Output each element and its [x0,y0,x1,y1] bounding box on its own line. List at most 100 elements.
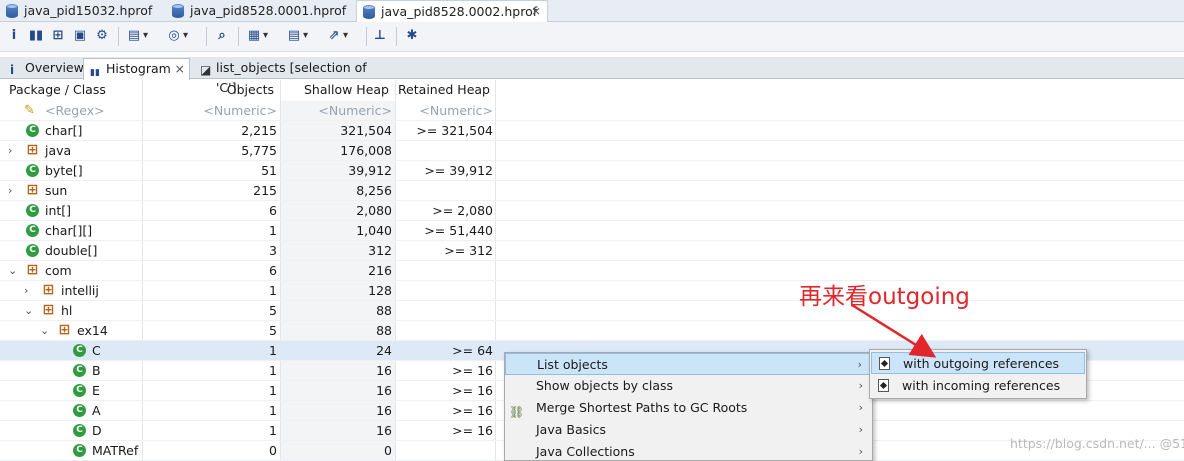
row-name: A [92,403,101,418]
row-name: double[] [45,243,98,258]
menu-item-java-basics[interactable]: Java Basics › [505,419,872,441]
row-retained-heap: >= 64 [452,343,493,358]
row-objects: 3 [269,243,277,258]
heap-dump-icon [172,4,184,18]
context-menu: List objects › Show objects by class › ⛓… [504,352,873,461]
oql-icon[interactable]: ▣ [72,28,88,44]
class-icon: C [26,204,39,217]
row-shallow-heap: 0 [384,443,392,458]
menu-item-label: with incoming references [902,378,1061,393]
run-expert-system-icon[interactable]: ▤ [126,28,148,44]
regex-filter-input[interactable]: <Regex> [45,101,105,121]
table-row[interactable]: Cdouble[] 3 312 >= 312 [0,241,1184,261]
chevron-right-icon[interactable]: › [24,281,28,301]
toolbar-separator [118,27,119,46]
export-icon[interactable]: ⇗ [326,28,348,44]
class-icon: C [26,124,39,137]
group-result-icon[interactable]: ▦ [246,28,268,44]
tab-overview[interactable]: i Overview [4,58,84,79]
row-objects: 215 [253,183,277,198]
numeric-filter-shallow[interactable]: <Numeric> [282,101,392,121]
heap-dump-overview-icon[interactable]: ⚙ [94,28,110,44]
table-row[interactable]: Cbyte[] 51 39,912 >= 39,912 [0,161,1184,181]
close-icon[interactable]: ⨯ [531,1,541,22]
header-retained-heap[interactable]: Retained Heap [396,82,490,97]
menu-item-with-outgoing-references[interactable]: with outgoing references [871,352,1085,374]
header-objects[interactable]: Objects [143,82,274,97]
editor-tab-label: java_pid8528.0001.hprof [190,3,347,18]
toolbar-separator [396,27,397,46]
row-shallow-heap: 24 [376,343,392,358]
package-icon: ⊞ [58,322,71,338]
row-objects: 1 [269,343,277,358]
row-objects: 5 [269,323,277,338]
row-objects: 6 [269,263,277,278]
table-row[interactable]: › ⊞ intellij 1 128 [0,281,1184,301]
header-shallow-heap[interactable]: Shallow Heap [282,82,389,97]
pin-icon[interactable]: ⊥ [372,28,388,44]
menu-item-label: Show objects by class [536,378,674,393]
calculate-retained-size-icon[interactable]: ▤ [286,28,308,44]
numeric-filter-objects[interactable]: <Numeric> [143,101,277,121]
row-retained-heap: >= 16 [452,423,493,438]
query-browser-icon[interactable]: ◎ [166,28,188,44]
dominator-tree-icon[interactable]: ⊞ [50,28,66,44]
numeric-filter-retained[interactable]: <Numeric> [396,101,493,121]
incoming-references-icon [878,379,889,392]
chevron-right-icon[interactable]: › [8,181,12,201]
close-icon[interactable]: ⨯ [175,59,185,79]
table-row[interactable]: Cchar[] 2,215 321,504 >= 321,504 [0,121,1184,141]
watermark: https://blog.csdn.net/... @51CTO博客 [1010,436,1184,451]
class-icon: C [73,444,86,457]
menu-item-show-objects-by-class[interactable]: Show objects by class › [505,375,872,397]
toolbar-separator [366,27,367,46]
info-icon[interactable]: i [6,28,22,44]
table-row[interactable]: ⌄ ⊞ com 6 216 [0,261,1184,281]
editor-tab-hprof-8528-0002[interactable]: java_pid8528.0002.hprof ⨯ [356,0,548,23]
row-name: com [45,263,72,278]
chevron-down-icon[interactable]: ⌄ [24,301,33,321]
find-object-icon[interactable]: ⌕ [214,28,230,44]
row-name: C [92,343,101,358]
row-retained-heap: >= 39,912 [424,163,493,178]
menu-item-merge-shortest-paths[interactable]: ⛓ Merge Shortest Paths to GC Roots › [505,397,872,419]
settings-icon[interactable]: ✱ [404,28,420,44]
tab-histogram[interactable]: ▮▮ Histogram ⨯ [83,58,190,80]
row-name: java [45,143,72,158]
editor-tab-hprof-15032[interactable]: java_pid15032.hprof [0,0,164,22]
menu-item-java-collections[interactable]: Java Collections › [505,441,872,461]
editor-tab-hprof-8528-0001[interactable]: java_pid8528.0001.hprof [166,0,354,22]
row-retained-heap: >= 16 [452,403,493,418]
header-package-class[interactable]: Package / Class [9,82,106,97]
row-shallow-heap: 39,912 [348,163,392,178]
regex-filter-icon: ✎ [24,103,35,118]
row-retained-heap: >= 16 [452,363,493,378]
chevron-down-icon[interactable]: ⌄ [40,321,49,341]
table-row[interactable]: › ⊞ java 5,775 176,008 [0,141,1184,161]
row-objects: 6 [269,203,277,218]
histogram-icon[interactable]: ▮▮ [28,28,44,44]
menu-item-list-objects[interactable]: List objects › [505,353,872,375]
table-row[interactable]: ⌄ ⊞ ex14 5 88 [0,321,1184,341]
row-shallow-heap: 176,008 [340,143,392,158]
editor-tab-bar: java_pid15032.hprof java_pid8528.0001.hp… [0,0,1184,23]
chevron-right-icon[interactable]: › [8,141,12,161]
menu-item-with-incoming-references[interactable]: with incoming references [871,375,1085,397]
class-icon: C [73,404,86,417]
tab-label: Overview [25,60,84,75]
row-objects: 1 [269,283,277,298]
chevron-down-icon[interactable]: ⌄ [8,261,17,281]
menu-item-label: Java Collections [536,444,635,459]
menu-item-label: Java Basics [536,422,606,437]
row-shallow-heap: 16 [376,423,392,438]
class-icon: C [73,344,86,357]
table-row[interactable]: ⌄ ⊞ hl 5 88 [0,301,1184,321]
tab-list-objects[interactable]: ◪ list_objects [selection of 'C'] [194,58,380,95]
row-name: char[][] [45,223,93,238]
table-row[interactable]: Cint[] 6 2,080 >= 2,080 [0,201,1184,221]
view-tab-bar: i Overview ▮▮ Histogram ⨯ ◪ list_objects… [0,57,1184,95]
table-row[interactable]: › ⊞ sun 215 8,256 [0,181,1184,201]
row-name: sun [45,183,68,198]
editor-tab-label: java_pid8528.0002.hprof [381,4,538,19]
table-row[interactable]: Cchar[][] 1 1,040 >= 51,440 [0,221,1184,241]
